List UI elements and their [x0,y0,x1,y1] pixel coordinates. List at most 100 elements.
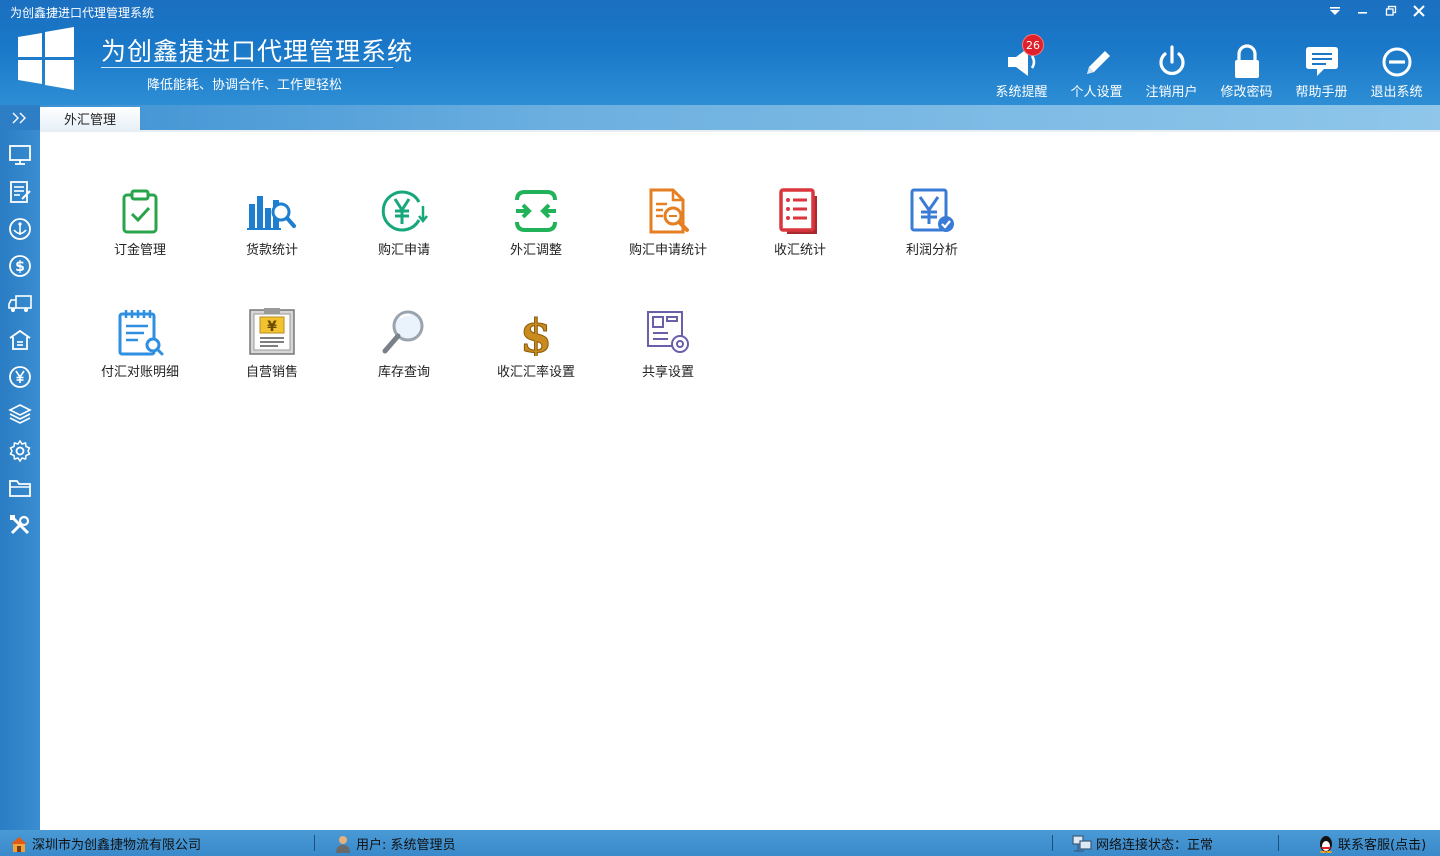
tool-label: 修改密码 [1220,85,1273,100]
pencil-icon [1086,51,1110,74]
network-icon [1072,834,1092,852]
tool-logout-user[interactable]: 注销用户 [1134,40,1209,100]
yen-check-icon [910,188,954,232]
sidebar-item-folder[interactable] [0,470,40,506]
company-name: 深圳市为创鑫捷物流有限公司 [32,838,202,853]
arrows-adjust-icon [515,190,557,232]
toolbar: 26 系统提醒 个人设置 注销用户 修改密码 帮助手册 退出系统 [984,34,1434,100]
yen-exchange-icon [381,190,428,232]
tools-icon [10,515,30,535]
sidebar: $ [0,130,40,830]
module-forex-adjustment[interactable]: 外汇调整 [470,188,602,268]
tool-personal-settings[interactable]: 个人设置 [1059,40,1134,100]
qq-penguin-icon [1320,835,1332,853]
contact-support-label: 联系客服(点击) [1338,838,1427,853]
svg-text:$: $ [15,259,25,275]
sidebar-item-tools[interactable] [0,507,40,543]
tab-forex-management[interactable]: 外汇管理 [40,107,140,130]
notepad-search-icon [118,310,164,356]
sidebar-item-yen[interactable] [0,359,40,395]
truck-icon [8,295,32,312]
close-icon[interactable] [1410,2,1428,20]
tool-label: 个人设置 [1070,85,1123,100]
module-label: 货款统计 [245,243,298,258]
chat-icon [1305,47,1338,76]
module-deposit-management[interactable]: 订金管理 [74,188,206,268]
status-divider [314,835,315,851]
anchor-icon [9,218,31,240]
yen-certificate-icon: ¥ [249,308,295,355]
sidebar-item-checklist[interactable] [0,174,40,210]
forex-management-panel: 订金管理 货款统计 购汇申请 外汇调整 购汇申请统计 收汇统计 利润分析 付汇对… [40,130,1440,830]
alert-count-badge: 26 [1022,34,1044,56]
expand-sidebar-button[interactable] [0,105,40,130]
double-chevron-right-icon [12,112,26,123]
gold-dollar-icon: $ [519,309,552,357]
window-title: 为创鑫捷进口代理管理系统 [10,6,155,20]
module-label: 利润分析 [905,243,958,258]
sidebar-item-settings[interactable] [0,433,40,469]
tool-system-alert[interactable]: 26 系统提醒 [984,34,1059,100]
layout-gear-icon [647,311,689,353]
yen-icon [9,366,31,388]
bar-chart-search-icon [247,196,296,230]
tool-exit-system[interactable]: 退出系统 [1359,40,1434,100]
module-self-operated-sales[interactable]: ¥ 自营销售 [206,308,338,388]
exit-icon [1382,47,1411,77]
module-forex-receipt-statistics[interactable]: 收汇统计 [734,188,866,268]
document-search-icon [649,188,689,234]
module-profit-analysis[interactable]: 利润分析 [866,188,998,268]
app-title: 为创鑫捷进口代理管理系统 [101,37,414,66]
settings-icon [9,439,31,463]
sidebar-item-warehouse[interactable] [0,322,40,358]
module-label: 购汇申请统计 [628,243,707,258]
module-label: 外汇调整 [509,243,562,258]
status-divider [1278,835,1279,851]
layers-icon [8,404,32,424]
sidebar-item-monitor[interactable] [0,137,40,173]
folder-icon [9,480,31,497]
home-icon [11,836,27,852]
status-divider [1052,835,1053,851]
windows-logo-icon [16,27,76,95]
svg-text:$: $ [520,309,552,356]
module-forex-purchase-apply[interactable]: 购汇申请 [338,188,470,268]
module-forex-apply-statistics[interactable]: 购汇申请统计 [602,188,734,268]
network-status: 网络连接状态：正常 [1096,838,1214,853]
list-document-icon [779,188,817,234]
svg-text:¥: ¥ [267,319,277,335]
module-label: 收汇汇率设置 [496,365,575,380]
dollar-icon: $ [9,255,31,277]
title-bar: 为创鑫捷进口代理管理系统 为创鑫捷进口代理管理系统 降低能耗、协调合作、工作更轻… [0,0,1440,105]
module-label: 共享设置 [641,365,694,380]
module-label: 收汇统计 [773,243,826,258]
status-network: 网络连接状态：正常 [1072,834,1213,853]
sidebar-item-truck[interactable] [0,285,40,321]
tool-help-manual[interactable]: 帮助手册 [1284,40,1359,100]
module-payment-statistics[interactable]: 货款统计 [206,188,338,268]
app-slogan: 降低能耗、协调合作、工作更轻松 [147,78,343,93]
module-sharing-settings[interactable]: 共享设置 [602,308,734,388]
dropdown-icon[interactable] [1326,2,1344,20]
restore-icon[interactable] [1382,2,1400,20]
tool-label: 系统提醒 [995,85,1048,100]
tool-change-password[interactable]: 修改密码 [1209,40,1284,100]
contact-support-link[interactable]: 联系客服(点击) [1318,834,1426,853]
lock-icon [1234,44,1259,78]
status-company: 深圳市为创鑫捷物流有限公司 [10,834,201,853]
tab-bar: 外汇管理 [0,105,1440,130]
module-label: 购汇申请 [377,243,430,258]
status-user: 用户: 系统管理员 [334,834,456,853]
module-receipt-rate-settings[interactable]: $ 收汇汇率设置 [470,308,602,388]
sidebar-item-layers[interactable] [0,396,40,432]
title-divider [101,67,393,68]
module-payment-reconciliation-detail[interactable]: 付汇对账明细 [74,308,206,388]
current-user: 用户: 系统管理员 [356,838,456,853]
clipboard-check-icon [122,189,158,234]
sidebar-item-anchor[interactable] [0,211,40,247]
tool-label: 注销用户 [1145,85,1198,100]
status-bar: 深圳市为创鑫捷物流有限公司 用户: 系统管理员 网络连接状态：正常 联系客服(点… [0,830,1440,856]
minimize-icon[interactable] [1354,2,1372,20]
module-inventory-query[interactable]: 库存查询 [338,308,470,388]
sidebar-item-dollar[interactable]: $ [0,248,40,284]
